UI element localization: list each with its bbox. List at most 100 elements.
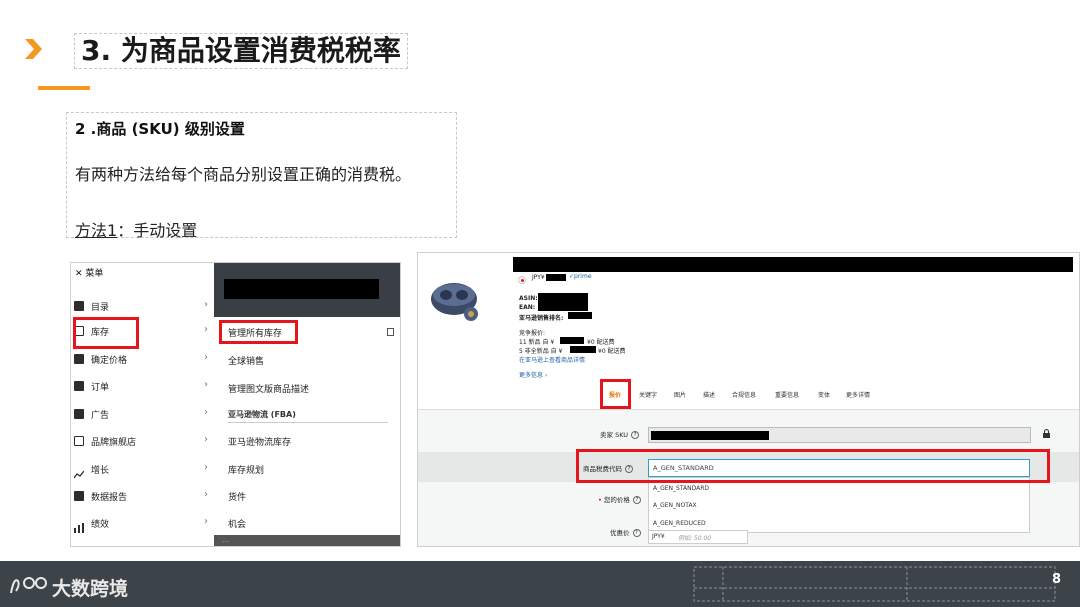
earbuds-product-image <box>431 283 478 321</box>
japan-flag-icon <box>518 276 526 284</box>
redacted-title-bar <box>513 257 1073 272</box>
sales-rank-label: 亚马逊销售排名: <box>519 315 564 322</box>
currency-label: JPY¥ <box>532 274 545 281</box>
submenu-header <box>214 263 400 317</box>
chevron-right-icon: › <box>204 324 208 335</box>
tax-option-standard[interactable]: A_GEN_STANDARD <box>653 485 709 492</box>
orders-icon <box>74 381 84 391</box>
menu-item-reports[interactable]: 数据报告 › <box>71 486 214 508</box>
menu-item-brand-store[interactable]: 品牌旗舰店 › <box>71 431 214 453</box>
tab-keywords[interactable]: 关键字 <box>639 390 657 399</box>
new-shipping-text: ¥0 配送费 <box>587 339 615 346</box>
submenu-item-global-selling[interactable]: 全球销售 <box>228 354 264 367</box>
performance-icon <box>74 518 84 533</box>
menu-item-growth[interactable]: 增长 › <box>71 459 214 481</box>
sale-price-label: 优惠价? <box>610 527 641 537</box>
submenu-item-opportunities[interactable]: 机会 <box>228 517 246 530</box>
megaphone-icon <box>74 409 84 419</box>
highlight-manage-inventory <box>219 320 298 344</box>
menu-item-label: 广告 <box>91 411 110 421</box>
text-content-box: 2 .商品 (SKU) 级别设置 有两种方法给每个商品分别设置正确的消费税。 方… <box>66 112 457 241</box>
tab-variations[interactable]: 变体 <box>818 390 830 399</box>
your-price-label-text: 您的价格 <box>603 496 630 504</box>
tax-option-notax[interactable]: A_GEN_NOTAX <box>653 502 697 509</box>
menu-header[interactable]: ✕ 菜单 <box>75 266 103 279</box>
sub-heading: 2 .商品 (SKU) 级别设置 <box>75 120 245 138</box>
highlight-tax-code <box>576 449 1050 483</box>
chevron-right-icon: › <box>204 379 208 390</box>
highlight-inventory <box>73 317 139 349</box>
slide-footer: 大数跨境 8 <box>0 561 1080 607</box>
redacted-sku <box>651 431 769 440</box>
highlight-offer-tab <box>600 379 631 409</box>
brand-logo <box>10 577 47 594</box>
competing-offers-label: 竞争报价: <box>519 330 546 337</box>
tab-important-info[interactable]: 重要信息 <box>775 390 799 399</box>
tab-images[interactable]: 图片 <box>674 390 686 399</box>
footer-decoration <box>693 566 1056 602</box>
chevron-right-icon: › <box>204 489 208 500</box>
more-info-link[interactable]: 更多信息 › <box>519 370 547 379</box>
tab-compliance[interactable]: 合规信息 <box>732 390 756 399</box>
price-placeholder: 例如: 50.00 <box>678 535 712 542</box>
menu-item-advertising[interactable]: 广告 › <box>71 404 214 426</box>
menu-item-pricing[interactable]: 确定价格 › <box>71 349 214 371</box>
tab-description[interactable]: 描述 <box>703 390 715 399</box>
chevron-right-icon <box>25 39 42 59</box>
menu-item-performance[interactable]: 绩效 › <box>71 513 214 535</box>
chevron-right-icon: › <box>204 462 208 473</box>
menu-item-label: 品牌旗舰店 <box>91 438 137 448</box>
asin-label: ASIN: <box>519 295 538 302</box>
used-shipping-text: ¥0 配送费 <box>598 348 626 355</box>
brand-name: 大数跨境 <box>52 578 129 600</box>
menu-item-catalog[interactable]: 目录 › <box>71 296 214 318</box>
slide-title: 3. 为商品设置消费税税率 <box>81 34 401 67</box>
price-currency: JPY¥ <box>652 533 665 540</box>
menu-item-label: 确定价格 <box>91 356 128 366</box>
inventory-submenu: 管理所有库存 全球销售 管理图文版商品描述 亚马逊物流 (FBA) 亚马逊物流库… <box>214 263 400 546</box>
sale-price-label-text: 优惠价 <box>610 529 630 537</box>
growth-icon <box>73 464 85 479</box>
menu-item-label: 订单 <box>91 383 110 393</box>
tag-icon <box>74 301 84 311</box>
used-offers-text: 5 非全新品 自 ¥ <box>519 348 563 355</box>
page-number: 8 <box>1052 572 1062 587</box>
tab-more-details[interactable]: 更多详情 <box>846 390 870 399</box>
menu-item-label: 目录 <box>91 303 110 313</box>
chevron-right-icon: › <box>204 407 208 418</box>
menu-item-label: 增长 <box>91 466 110 476</box>
prime-badge: ✓prime <box>569 273 592 280</box>
tax-option-reduced[interactable]: A_GEN_REDUCED <box>653 520 706 527</box>
intro-paragraph: 有两种方法给每个商品分别设置正确的消费税。 <box>75 165 412 184</box>
menu-screenshot: ✕ 菜单 目录 › 库存 › 确定价格 › 订单 › 广告 › 品牌旗舰店 › … <box>70 262 401 547</box>
submenu-footer-text: … <box>222 536 229 544</box>
method-label: 方法1 <box>75 221 118 240</box>
redacted-asin <box>538 293 588 311</box>
pin-icon[interactable] <box>387 328 394 336</box>
store-icon <box>74 436 84 446</box>
menu-item-label: 绩效 <box>91 520 110 530</box>
submenu-item-fba-inventory[interactable]: 亚马逊物流库存 <box>228 435 291 448</box>
chevron-right-icon: › <box>204 516 208 527</box>
help-icon[interactable]: ? <box>632 529 641 537</box>
submenu-item-shipments[interactable]: 货件 <box>228 490 246 503</box>
help-icon[interactable]: ? <box>631 431 640 439</box>
menu-item-orders[interactable]: 订单 › <box>71 376 214 398</box>
submenu-footer: … <box>214 535 400 546</box>
your-price-label: • 您的价格? <box>598 494 641 504</box>
slide-title-box: 3. 为商品设置消费税税率 <box>74 33 408 69</box>
seller-sku-label: 卖家 SKU? <box>600 429 640 439</box>
view-on-amazon-link[interactable]: 在亚马逊上查看商品详情 <box>519 355 585 364</box>
method-line: 方法1：手动设置 <box>75 217 197 241</box>
reports-icon <box>74 491 84 501</box>
method-description: ：手动设置 <box>117 221 198 240</box>
redacted-block <box>224 279 379 299</box>
redacted-price <box>546 274 566 281</box>
seller-sku-field[interactable] <box>648 427 1031 443</box>
submenu-item-a-plus-content[interactable]: 管理图文版商品描述 <box>228 382 309 395</box>
help-icon[interactable]: ? <box>632 496 641 504</box>
submenu-item-inventory-planning[interactable]: 库存规划 <box>228 463 264 476</box>
chevron-right-icon: › <box>204 299 208 310</box>
submenu-divider <box>228 422 388 423</box>
sale-price-field[interactable]: JPY¥ 例如: 50.00 <box>648 530 748 544</box>
